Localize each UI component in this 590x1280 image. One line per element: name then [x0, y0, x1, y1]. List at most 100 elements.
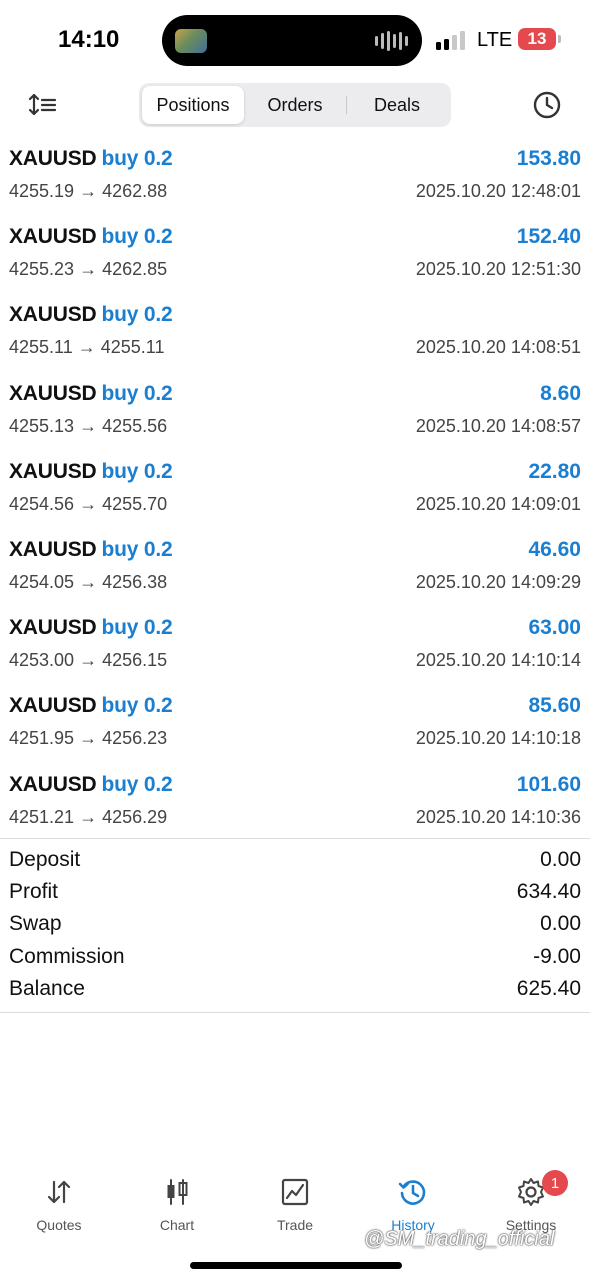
- deal-side: buy 0.2: [101, 616, 173, 640]
- summary-row-balance: Balance 625.40: [0, 975, 590, 1007]
- divider: [0, 838, 590, 839]
- summary-row-commission: Commission -9.00: [0, 943, 590, 975]
- summary-value: 625.40: [516, 976, 581, 1000]
- deal-profit: 101.60: [516, 772, 581, 796]
- deal-side: buy 0.2: [101, 303, 173, 327]
- deal-datetime: 2025.10.20 14:10:14: [415, 650, 581, 671]
- deal-profit: 8.60: [540, 381, 581, 405]
- deal-datetime: 2025.10.20 14:08:51: [415, 337, 581, 358]
- history-icon: [398, 1180, 426, 1205]
- tab-deals[interactable]: Deals: [346, 86, 448, 124]
- tab-chart[interactable]: Chart: [118, 1170, 236, 1240]
- deal-symbol: XAUUSD: [9, 459, 97, 483]
- deal-prices: 4255.11 → 4255.11: [9, 337, 165, 358]
- deal-side: buy 0.2: [101, 381, 173, 405]
- summary-row-swap: Swap 0.00: [0, 910, 590, 942]
- deal-symbol: XAUUSD: [9, 537, 97, 561]
- tab-positions[interactable]: Positions: [142, 86, 244, 124]
- deal-side: buy 0.2: [101, 537, 173, 561]
- deal-symbol: XAUUSD: [9, 303, 97, 327]
- deal-side: buy 0.2: [101, 147, 173, 170]
- list-item[interactable]: XAUUSD buy 0.2 152.40 4255.23 → 4262.85 2…: [0, 217, 590, 295]
- audio-waveform-icon: [375, 31, 408, 51]
- deal-profit: 152.40: [516, 225, 581, 249]
- deal-datetime: 2025.10.20 14:10:36: [415, 806, 581, 827]
- clock-icon[interactable]: [532, 90, 562, 120]
- summary-label: Balance: [9, 976, 85, 1000]
- tab-label: Chart: [159, 1217, 195, 1233]
- deal-symbol: XAUUSD: [9, 616, 97, 640]
- deal-datetime: 2025.10.20 14:09:01: [415, 493, 581, 514]
- list-item[interactable]: XAUUSD buy 0.2 4255.11 → 4255.11 2025.10.…: [0, 295, 590, 373]
- deal-profit: 153.80: [516, 147, 581, 170]
- list-item[interactable]: XAUUSD buy 0.2 8.60 4255.13 → 4255.56 202…: [0, 374, 590, 452]
- deal-datetime: 2025.10.20 14:10:18: [415, 728, 581, 749]
- deal-datetime: 2025.10.20 12:51:30: [415, 259, 581, 280]
- deal-datetime: 2025.10.20 14:09:29: [415, 571, 581, 592]
- deal-prices: 4253.00 → 4256.15: [9, 650, 168, 671]
- list-item[interactable]: XAUUSD buy 0.2 153.80 4255.19 → 4262.88 2…: [0, 139, 590, 217]
- status-bar: 14:10 LTE 13: [0, 0, 590, 80]
- summary-value: 0.00: [540, 848, 581, 871]
- deal-prices: 4255.23 → 4262.85: [9, 259, 168, 280]
- deal-prices: 4251.21 → 4256.29: [9, 806, 168, 827]
- deal-prices: 4255.13 → 4255.56: [9, 415, 168, 436]
- summary-value: 634.40: [516, 880, 581, 904]
- cellular-signal-icon: [436, 30, 465, 50]
- deal-side: buy 0.2: [101, 772, 173, 796]
- summary-value: 0.00: [540, 912, 581, 936]
- deal-side: buy 0.2: [101, 694, 173, 718]
- summary-label: Deposit: [9, 848, 81, 871]
- now-playing-artwork-icon: [175, 29, 207, 53]
- list-item[interactable]: XAUUSD buy 0.2 85.60 4251.95 → 4256.23 20…: [0, 686, 590, 764]
- summary-label: Profit: [9, 880, 59, 904]
- list-item[interactable]: XAUUSD buy 0.2 63.00 4253.00 → 4256.15 20…: [0, 608, 590, 686]
- deal-prices: 4251.95 → 4256.23: [9, 728, 168, 749]
- deals-list: XAUUSD buy 0.2 153.80 4255.19 → 4262.88 2…: [0, 139, 590, 843]
- app-screen: 14:10 LTE 13 Positions Orders Deals XAUU…: [0, 0, 590, 1280]
- deal-prices: 4255.19 → 4262.88: [9, 181, 168, 201]
- deal-datetime: 2025.10.20 12:48:01: [415, 181, 581, 201]
- deal-profit: 85.60: [528, 694, 581, 718]
- deal-symbol: XAUUSD: [9, 772, 97, 796]
- deal-prices: 4254.05 → 4256.38: [9, 571, 168, 592]
- tab-label: Trade: [276, 1217, 314, 1233]
- summary-row-profit: Profit 634.40: [0, 878, 590, 910]
- deal-profit: 63.00: [528, 616, 581, 640]
- tab-label: Quotes: [36, 1217, 82, 1233]
- watermark-text: @SM_trading_official: [364, 1228, 555, 1250]
- summary-label: Commission: [9, 944, 125, 968]
- trade-chart-icon: [281, 1178, 309, 1206]
- status-time: 14:10: [58, 26, 120, 53]
- deal-datetime: 2025.10.20 14:08:57: [415, 415, 581, 436]
- summary-label: Swap: [9, 912, 62, 936]
- battery-icon: 13: [518, 28, 561, 50]
- deal-profit: 46.60: [528, 537, 581, 561]
- deal-prices: 4254.56 → 4255.70: [9, 493, 168, 514]
- segmented-control: Positions Orders Deals: [139, 83, 451, 127]
- home-indicator[interactable]: [190, 1262, 402, 1269]
- list-item[interactable]: XAUUSD buy 0.2 101.60 4251.21 → 4256.29 2…: [0, 765, 590, 843]
- deal-symbol: XAUUSD: [9, 225, 97, 249]
- top-toolbar: Positions Orders Deals: [0, 80, 590, 130]
- deal-symbol: XAUUSD: [9, 694, 97, 718]
- tab-orders[interactable]: Orders: [244, 86, 346, 124]
- divider: [0, 1012, 590, 1013]
- list-item[interactable]: XAUUSD buy 0.2 46.60 4254.05 → 4256.38 20…: [0, 530, 590, 608]
- quotes-arrows-icon: [47, 1180, 71, 1204]
- summary-panel: Deposit 0.00 Profit 634.40 Swap 0.00 Com…: [0, 846, 590, 1007]
- notification-badge: 1: [542, 1170, 568, 1196]
- deal-side: buy 0.2: [101, 225, 173, 249]
- deal-symbol: XAUUSD: [9, 381, 97, 405]
- tab-quotes[interactable]: Quotes: [0, 1170, 118, 1240]
- dynamic-island[interactable]: [162, 15, 422, 66]
- candlestick-icon: [167, 1179, 188, 1205]
- tab-trade[interactable]: Trade: [236, 1170, 354, 1240]
- battery-level: 13: [527, 29, 547, 48]
- deal-side: buy 0.2: [101, 459, 173, 483]
- list-item[interactable]: XAUUSD buy 0.2 22.80 4254.56 → 4255.70 20…: [0, 452, 590, 530]
- summary-value: -9.00: [533, 944, 581, 968]
- network-type: LTE: [477, 29, 513, 51]
- deal-profit: 22.80: [528, 459, 581, 483]
- sort-icon[interactable]: [28, 92, 58, 118]
